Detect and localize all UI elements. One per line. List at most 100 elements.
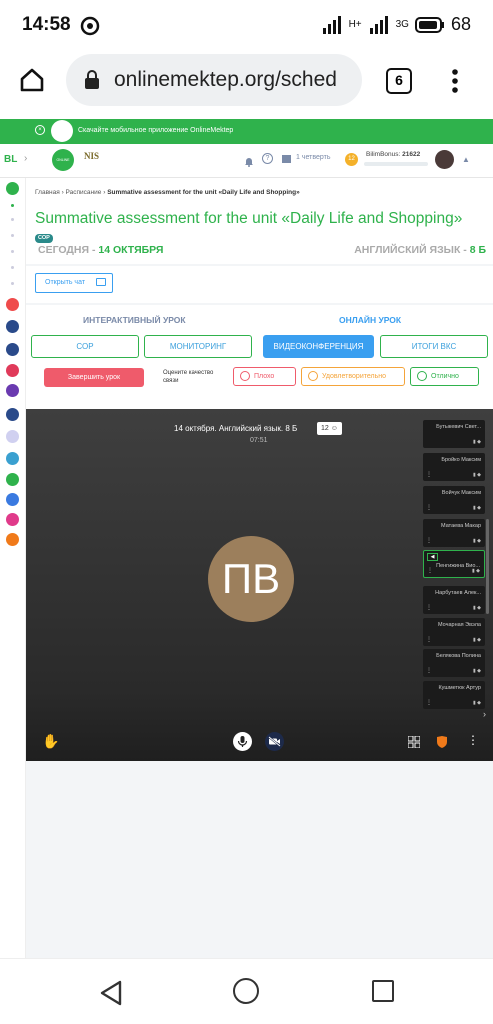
onlinemektep-logo[interactable]: ONLINE MEKTEP	[52, 149, 74, 184]
nis-logo: NIS	[84, 151, 100, 161]
subtab-videoconference[interactable]: ВИДЕОКОНФЕРЕНЦИЯ	[263, 335, 374, 358]
app-download-banner[interactable]: × Скачайте мобильное приложение OnlineMe…	[0, 119, 493, 144]
tiles-scrollbar[interactable]	[486, 519, 489, 614]
chevron-up-icon[interactable]: ▲	[462, 155, 470, 164]
battery-level: 68	[450, 14, 471, 34]
end-lesson-button[interactable]: Завершить урок	[44, 368, 144, 387]
tab-switcher-button[interactable]: 6	[386, 68, 412, 94]
more-icon[interactable]: ⋮	[426, 699, 432, 706]
participant-tile[interactable]: Нарбутаев Алек... ⋮ ▮ ◆	[423, 586, 485, 614]
rate-good-button[interactable]: Отлично	[410, 367, 479, 386]
bilim-bonus[interactable]: BilimBonus: 21622	[366, 151, 420, 158]
rail-app-icon[interactable]	[6, 473, 19, 486]
help-icon[interactable]: ?	[262, 153, 273, 164]
signal-icon-2	[369, 15, 388, 34]
more-icon[interactable]: ⋮	[426, 604, 432, 611]
chevron-right-icon[interactable]: ›	[483, 709, 486, 719]
smile-face-icon	[417, 371, 427, 381]
participant-name: Белякова Полина	[436, 653, 481, 659]
participant-tile[interactable]: Матаева Макар ⋮ ▮ ◆	[423, 519, 485, 547]
bonus-value: 21622	[402, 151, 421, 158]
participant-name: Матаева Макар	[441, 523, 481, 529]
chevron-right-icon[interactable]: ›	[24, 153, 27, 164]
meeting-timer: 07:51	[250, 437, 268, 444]
sad-face-icon	[240, 371, 250, 381]
more-icon[interactable]: ⋮	[426, 471, 432, 478]
participant-name: Мочарная Эвэла	[438, 622, 481, 628]
mic-cam-icons: ▮ ◆	[473, 439, 481, 445]
tab-online-lesson[interactable]: ОНЛАЙН УРОК	[339, 315, 401, 325]
rail-app-icon[interactable]	[6, 384, 19, 397]
quarter-label[interactable]: 1 четверть	[296, 154, 330, 161]
camera-off-icon	[268, 736, 281, 747]
rail-dot	[11, 204, 14, 207]
status-bar: 14:58 H+ 3G 68	[0, 0, 493, 52]
network-type-2: 3G	[395, 19, 409, 30]
open-chat-button[interactable]: Открыть чат	[35, 273, 113, 293]
rail-app-icon[interactable]	[6, 298, 19, 311]
rail-app-icon[interactable]	[6, 533, 19, 546]
bonus-badge: 12	[345, 153, 358, 166]
calendar-icon	[282, 155, 291, 163]
menu-icon[interactable]	[451, 68, 459, 99]
participant-tile[interactable]: Мочарная Эвэла ⋮ ▮ ◆	[423, 618, 485, 646]
participant-count[interactable]: 12 ☺	[317, 422, 342, 435]
participant-tile[interactable]: Белякова Полина ⋮ ▮ ◆	[423, 649, 485, 677]
user-avatar[interactable]	[435, 150, 454, 169]
more-options-icon[interactable]: ⋮	[467, 733, 479, 747]
more-icon[interactable]: ⋮	[426, 636, 432, 643]
rail-app-icon[interactable]	[6, 452, 19, 465]
video-conference[interactable]: 14 октября. Английский язык. 8 Б 12 ☺ 07…	[26, 409, 493, 761]
participant-tile[interactable]: Бутыкевич Свет... ▮ ◆	[423, 420, 485, 448]
more-icon[interactable]: ⋮	[426, 667, 432, 674]
rail-app-icon[interactable]	[6, 513, 19, 526]
rail-app-icon[interactable]	[6, 408, 19, 421]
shield-icon[interactable]	[437, 735, 447, 753]
brand-abbr[interactable]: BL	[4, 154, 17, 165]
mic-button[interactable]	[233, 732, 252, 751]
mic-cam-icons: ▮ ◆	[473, 637, 481, 643]
close-icon[interactable]: ×	[35, 125, 45, 135]
rail-app-icon[interactable]	[6, 320, 19, 333]
rate-good-label: Отлично	[431, 373, 459, 380]
rate-ok-button[interactable]: Удовлетворительно	[301, 367, 405, 386]
more-icon[interactable]: ⋮	[426, 504, 432, 511]
mic-cam-icons: ▮ ◆	[473, 605, 481, 611]
back-icon[interactable]	[98, 979, 124, 1012]
url-text: onlinemektep.org/sched	[114, 68, 337, 91]
rail-app-icon[interactable]	[6, 493, 19, 506]
rate-label: Оцените качество связи	[163, 370, 214, 384]
more-icon[interactable]: ⋮	[427, 567, 433, 574]
rail-app-icon[interactable]	[6, 343, 19, 356]
rail-home-icon[interactable]	[6, 182, 19, 195]
subtab-results[interactable]: ИТОГИ ВКС	[380, 335, 488, 358]
participant-tile-active[interactable]: ◀ Пенгижина Вио... ⋮ ▮ ◆	[423, 550, 485, 578]
home-icon[interactable]	[18, 66, 46, 99]
bonus-progress-bar	[364, 162, 428, 166]
rate-bad-button[interactable]: Плохо	[233, 367, 296, 386]
breadcrumb-schedule[interactable]: Расписание	[66, 189, 102, 196]
grid-view-icon[interactable]	[407, 735, 421, 753]
participant-tile[interactable]: Войчук Максим ⋮ ▮ ◆	[423, 486, 485, 514]
subtab-monitoring[interactable]: МОНИТОРИНГ	[144, 335, 252, 358]
tab-interactive-lesson[interactable]: ИНТЕРАКТИВНЫЙ УРОК	[83, 315, 186, 325]
participant-name: Бутыкевич Свет...	[436, 424, 481, 430]
recents-icon[interactable]	[372, 980, 394, 1002]
bell-icon[interactable]	[244, 154, 254, 172]
rail-app-icon[interactable]	[6, 430, 19, 443]
meeting-title: 14 октября. Английский язык. 8 Б	[174, 424, 298, 433]
rail-app-icon[interactable]	[6, 364, 19, 377]
raise-hand-icon[interactable]: ✋	[42, 733, 59, 750]
breadcrumb-home[interactable]: Главная	[35, 189, 60, 196]
camera-off-button[interactable]	[265, 732, 284, 751]
site-header: BL › ONLINE MEKTEP NIS ? 1 четверть 12 B…	[0, 144, 493, 184]
participant-tile[interactable]: Кушметюк Артур ⋮ ▮ ◆	[423, 681, 485, 709]
subtab-sor[interactable]: СОР	[31, 335, 139, 358]
participant-name: Бройко Максим	[441, 457, 481, 463]
chat-card: Открыть чат	[26, 266, 493, 303]
url-bar[interactable]: onlinemektep.org/sched	[66, 54, 362, 106]
more-icon[interactable]: ⋮	[426, 537, 432, 544]
participant-tile[interactable]: Бройко Максим ⋮ ▮ ◆	[423, 453, 485, 481]
home-nav-icon[interactable]	[233, 978, 259, 1004]
banner-text: Скачайте мобильное приложение OnlineMekt…	[78, 127, 234, 134]
